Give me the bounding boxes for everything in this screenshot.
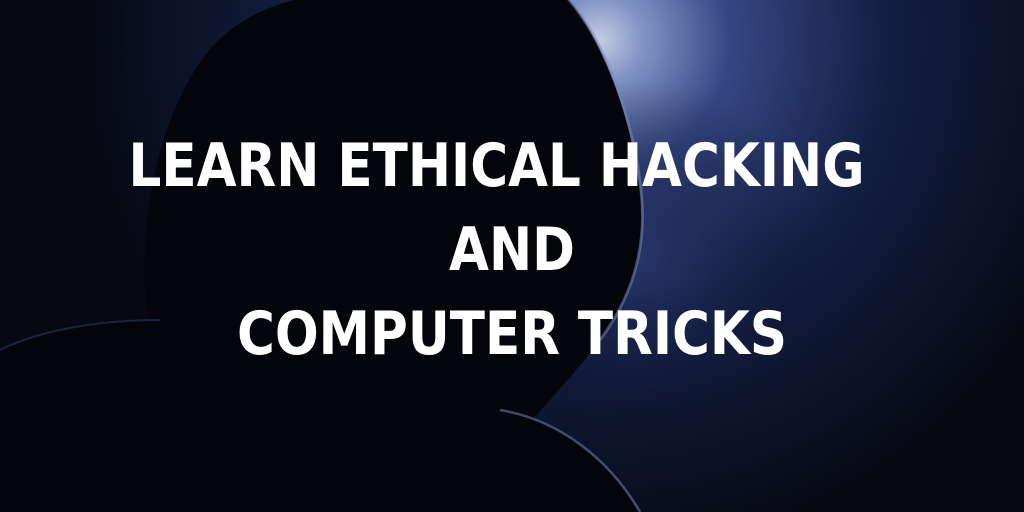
headline: LEARN ETHICAL HACKING AND COMPUTER TRICK… bbox=[72, 124, 953, 376]
headline-line-1: LEARN ETHICAL HACKING bbox=[128, 131, 865, 201]
headline-line-3: COMPUTER TRICKS bbox=[236, 299, 788, 369]
headline-line-2: AND bbox=[449, 215, 575, 285]
hero-banner: LEARN ETHICAL HACKING AND COMPUTER TRICK… bbox=[0, 0, 1024, 512]
